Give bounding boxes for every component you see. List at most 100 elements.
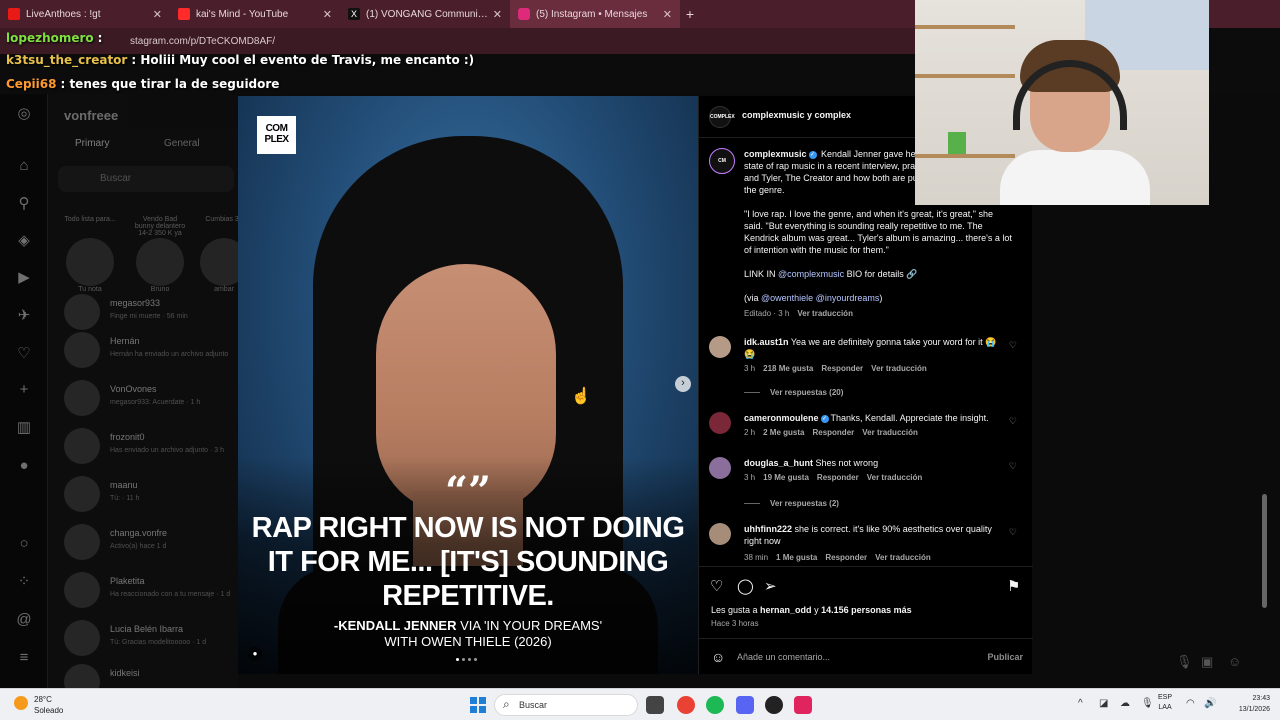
like-comment-icon[interactable]: ♡ xyxy=(1009,340,1017,351)
apps-icon[interactable]: ⁘ xyxy=(14,572,34,592)
instagram-logo-icon[interactable]: ◎ xyxy=(14,104,34,124)
like-icon[interactable]: ♡ xyxy=(710,577,723,595)
post-authors[interactable]: complexmusic y complex xyxy=(742,110,851,120)
dashboard-icon[interactable]: ▥ xyxy=(14,418,34,438)
conversation-item[interactable]: Hernán Hernán ha enviado un archivo adjun… xyxy=(60,332,236,374)
close-tab-icon[interactable]: ✕ xyxy=(493,8,502,21)
conversation-item[interactable]: maanu Tú: · 11 h xyxy=(60,476,236,518)
instagram-icon xyxy=(518,8,530,20)
chat-username: Cepii68 xyxy=(6,77,57,91)
create-icon[interactable]: + xyxy=(14,380,34,400)
avatar[interactable] xyxy=(709,457,731,479)
emoji-icon[interactable]: ☺ xyxy=(711,649,725,665)
home-icon[interactable]: ⌂ xyxy=(14,156,34,176)
search-icon[interactable]: ⚲ xyxy=(14,194,34,214)
caption-username[interactable]: complexmusic xyxy=(744,149,807,159)
spotify-icon[interactable] xyxy=(706,696,724,714)
cloud-icon[interactable]: ☁ xyxy=(1120,698,1130,709)
mention-link[interactable]: @complexmusic xyxy=(778,269,844,279)
tab-primary[interactable]: Primary xyxy=(75,138,109,149)
dm-search-placeholder: Buscar xyxy=(100,173,132,184)
avatar[interactable] xyxy=(709,412,731,434)
system-clock[interactable]: 23:43 13/1/2026 xyxy=(1222,693,1270,715)
browser-tab-x[interactable]: X (1) VONGANG Community / X ✕ xyxy=(340,0,510,28)
avatar[interactable] xyxy=(709,336,731,358)
likes-summary[interactable]: Les gusta a hernan_odd y 14.156 personas… xyxy=(711,605,912,615)
tab-title: (1) VONGANG Community / X xyxy=(366,8,489,20)
translate-link[interactable]: Ver traducción xyxy=(797,309,853,318)
explore-icon[interactable]: ◈ xyxy=(14,231,34,251)
obs-icon[interactable] xyxy=(765,696,783,714)
close-tab-icon[interactable]: ✕ xyxy=(153,8,162,21)
attribution-source: VIA 'IN YOUR DREAMS' xyxy=(456,618,603,633)
next-image-button[interactable]: › xyxy=(675,376,691,392)
conversation-item[interactable]: megasor933 Finge mi muerte · 56 min xyxy=(60,294,236,336)
comment-input[interactable]: Añade un comentario... xyxy=(737,652,830,662)
view-replies-button[interactable]: Ver respuestas (20) xyxy=(744,388,843,397)
dm-username[interactable]: vonfreee xyxy=(64,108,118,123)
profile-icon[interactable]: ● xyxy=(14,456,34,476)
menu-icon[interactable]: ≡ xyxy=(14,648,34,668)
conversation-item[interactable]: Plaketita Ha reaccionado con a tu mensaje… xyxy=(60,572,236,614)
comment-username[interactable]: douglas_a_hunt xyxy=(744,458,813,468)
note-item[interactable]: Vendo Bad bunny delantero 14-2 350 K ya … xyxy=(134,216,186,293)
avatar xyxy=(64,332,100,368)
wifi-icon[interactable]: ◠ xyxy=(1186,698,1195,709)
messages-icon[interactable]: ✈ xyxy=(14,306,34,326)
tiktok-icon[interactable] xyxy=(794,696,812,714)
close-tab-icon[interactable]: ✕ xyxy=(323,8,332,21)
weather-widget[interactable]: 28°C Soleado xyxy=(12,693,92,717)
conversation-item[interactable]: VonOvones megasor933: Acuerdate · 1 h xyxy=(60,380,236,422)
conversation-item[interactable]: changa.vonfre Activo(a) hace 1 d xyxy=(60,524,236,566)
save-icon[interactable]: ⚑ xyxy=(1007,577,1020,595)
tab-title: (5) Instagram • Mensajes xyxy=(536,8,648,20)
browser-tab-youtube[interactable]: kai's Mind - YouTube ✕ xyxy=(170,0,340,28)
conversation-item[interactable]: Lucia Belén Ibarra Tú: Gracias modelitooo… xyxy=(60,620,236,662)
sticker-icon[interactable]: ☺ xyxy=(1228,654,1241,669)
language-indicator[interactable]: ESP LAA xyxy=(1158,693,1172,713)
share-icon[interactable]: ➢ xyxy=(764,577,777,595)
notifications-icon[interactable]: ♡ xyxy=(14,344,34,364)
webcam-figure xyxy=(948,132,966,154)
publish-button[interactable]: Publicar xyxy=(987,652,1023,662)
add-comment-bar: ☺ Añade un comentario... Publicar xyxy=(699,638,1033,674)
chrome-icon[interactable] xyxy=(677,696,695,714)
post-image[interactable]: COM PLEX “” RAP RIGHT NOW IS NOT DOING I… xyxy=(238,96,698,674)
scrollbar[interactable] xyxy=(1262,494,1267,608)
author-avatar[interactable]: COMPLEX xyxy=(709,106,735,128)
note-item[interactable]: Todo lista para... Tu nota xyxy=(64,216,116,293)
like-comment-icon[interactable]: ♡ xyxy=(1009,527,1017,538)
close-tab-icon[interactable]: ✕ xyxy=(663,8,672,21)
comment-username[interactable]: uhhfinn222 xyxy=(744,524,792,534)
windows-start-button[interactable] xyxy=(470,697,486,713)
user-tag-icon[interactable]: ● xyxy=(248,647,262,661)
meta-ai-icon[interactable]: ○ xyxy=(14,534,34,554)
view-replies-button[interactable]: Ver respuestas (2) xyxy=(744,499,839,508)
caption-avatar[interactable]: CM xyxy=(709,148,735,174)
like-comment-icon[interactable]: ♡ xyxy=(1009,461,1017,472)
tray-app-icon[interactable]: ◪ xyxy=(1099,698,1108,709)
threads-icon[interactable]: @ xyxy=(14,610,34,630)
avatar[interactable] xyxy=(709,523,731,545)
address-bar[interactable]: stagram.com/p/DTeCKOMD8AF/ xyxy=(0,28,920,54)
discord-icon[interactable] xyxy=(736,696,754,714)
comment-username[interactable]: idk.aust1n xyxy=(744,337,789,347)
volume-icon[interactable]: 🔊 xyxy=(1204,698,1216,709)
reels-icon[interactable]: ▶ xyxy=(14,268,34,288)
file-explorer-icon[interactable] xyxy=(646,696,664,714)
tray-chevron-icon[interactable]: ^ xyxy=(1078,698,1083,709)
image-icon[interactable]: ▣ xyxy=(1201,654,1213,670)
mic-tray-icon[interactable]: 🎙 xyxy=(1141,698,1154,709)
tab-general[interactable]: General xyxy=(164,138,200,149)
browser-tab-twitch[interactable]: LiveAnthoes : !gt ✕ xyxy=(0,0,170,28)
conversation-item[interactable]: frozonit0 Has enviado un archivo adjunto … xyxy=(60,428,236,470)
comment-icon[interactable]: ◯ xyxy=(737,577,754,595)
microphone-icon[interactable]: 🎙 xyxy=(1176,654,1193,670)
mention-link[interactable]: @owenthiele @inyourdreams xyxy=(761,293,879,303)
like-comment-icon[interactable]: ♡ xyxy=(1009,416,1017,427)
dm-search-input[interactable]: Buscar xyxy=(58,166,234,192)
new-tab-button[interactable]: + xyxy=(680,6,700,22)
comment-username[interactable]: cameronmoulene xyxy=(744,413,819,423)
taskbar-search[interactable]: Buscar xyxy=(494,694,638,716)
browser-tab-instagram[interactable]: (5) Instagram • Mensajes ✕ xyxy=(510,0,680,28)
